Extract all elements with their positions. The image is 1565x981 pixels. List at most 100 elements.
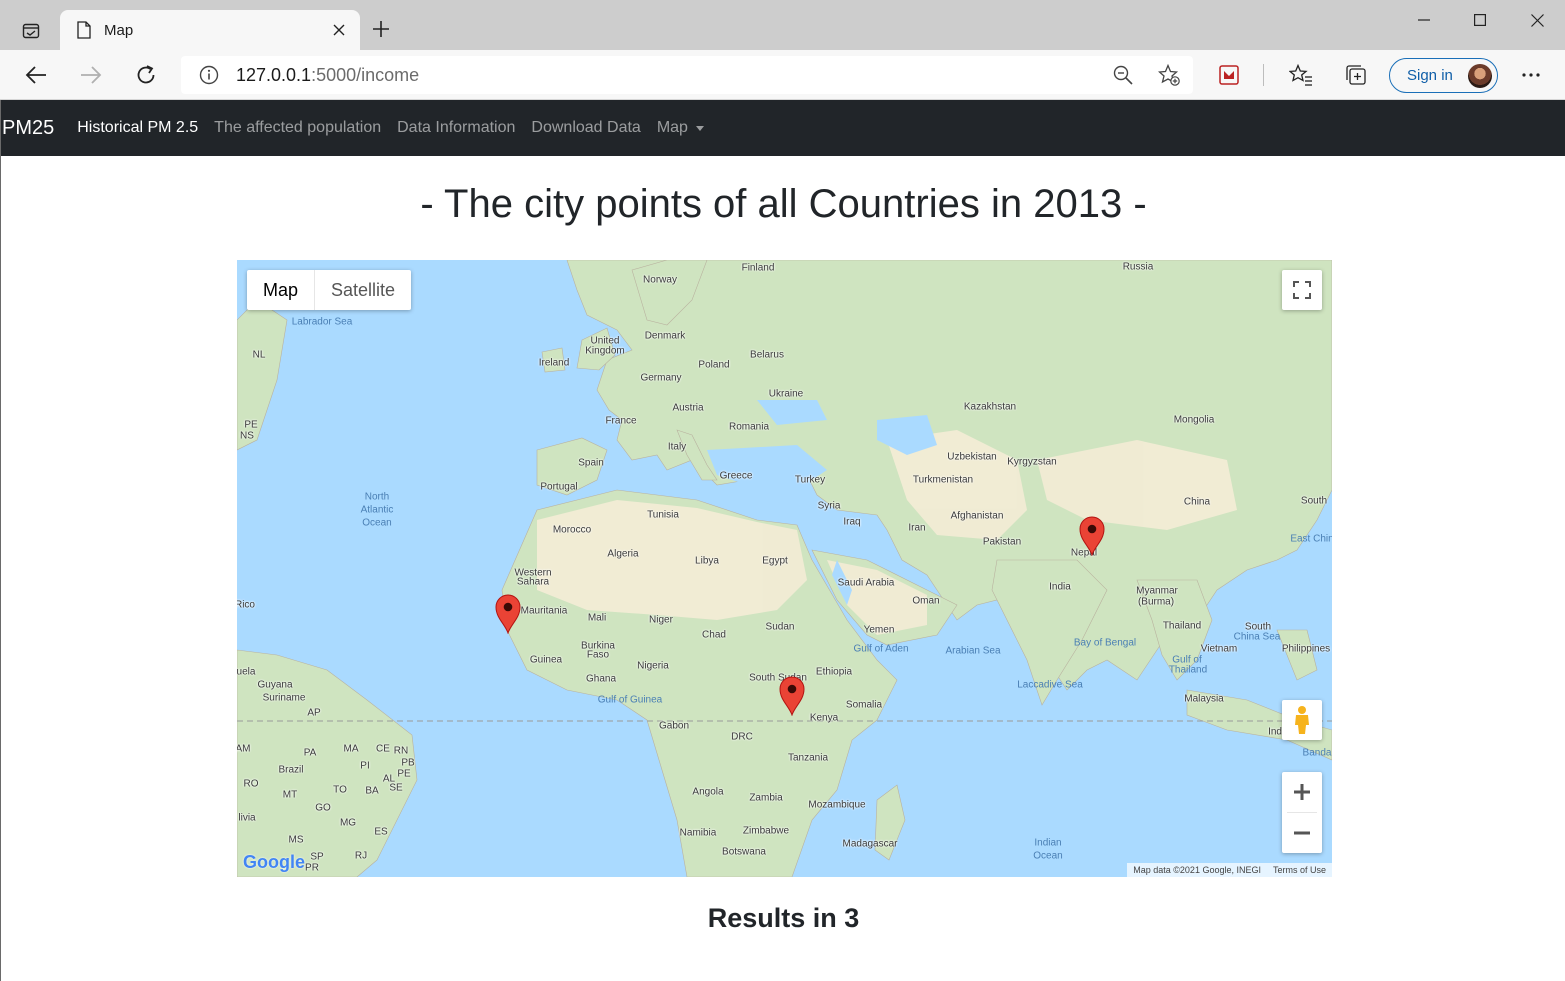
nav-historical-pm25[interactable]: Historical PM 2.5 <box>77 119 198 137</box>
plus-icon <box>1294 784 1310 800</box>
map-label: Myanmar <box>1136 585 1178 597</box>
map-label: DRC <box>731 731 753 743</box>
page-viewport: PM25 Historical PM 2.5 The affected popu… <box>0 100 1565 981</box>
map-label: Russia <box>1122 261 1154 273</box>
page-icon <box>77 21 91 39</box>
map-label: Finland <box>741 262 775 274</box>
map-label: Saudi Arabia <box>837 577 895 589</box>
map-label: Namibia <box>679 827 717 839</box>
refresh-icon[interactable] <box>129 58 163 92</box>
map-label: Bay of Bengal <box>1073 637 1137 649</box>
zoom-out-button[interactable] <box>1282 813 1322 853</box>
map-label: RO <box>243 778 259 790</box>
zoom-in-button[interactable] <box>1282 772 1322 812</box>
map-label: GO <box>315 802 331 814</box>
fullscreen-button[interactable] <box>1282 270 1322 310</box>
map-label: Syria <box>817 500 841 512</box>
map-label: Thailand <box>1162 620 1202 632</box>
map-label: Mali <box>587 612 607 624</box>
tab-actions-icon[interactable] <box>14 14 48 48</box>
nav-affected-population[interactable]: The affected population <box>214 119 381 137</box>
url-text: 127.0.0.1:5000/income <box>236 65 419 86</box>
map-type-satellite-button[interactable]: Satellite <box>315 270 411 310</box>
forward-icon[interactable] <box>74 58 108 92</box>
maximize-icon[interactable] <box>1452 0 1508 40</box>
map-label: CE <box>376 743 390 755</box>
tab-title: Map <box>104 21 134 39</box>
street-view-pegman[interactable] <box>1282 700 1322 740</box>
map-label: Egypt <box>762 555 788 567</box>
map-label: Mozambique <box>808 799 866 811</box>
pegman-icon <box>1295 706 1309 734</box>
nav-map-dropdown[interactable]: Map <box>657 119 704 137</box>
map-attribution: Map data ©2021 Google, INEGI Terms of Us… <box>1127 863 1332 877</box>
map-label: Mauritania <box>520 605 568 617</box>
close-window-icon[interactable] <box>1509 0 1565 40</box>
map-label: Atlantic <box>360 504 394 516</box>
map-label: AM <box>237 743 251 755</box>
map-label: uela <box>237 666 256 678</box>
navbar-brand[interactable]: PM25 <box>2 117 54 140</box>
map-label: India <box>1049 581 1071 593</box>
zoom-out-icon[interactable] <box>1113 65 1133 90</box>
map-label: Suriname <box>262 692 306 704</box>
map-label: Germany <box>640 372 682 384</box>
map-label: MT <box>282 789 298 801</box>
map-label: Guyana <box>257 679 293 691</box>
map-label: Ocean <box>362 517 392 529</box>
map-label: SE <box>389 782 403 794</box>
map-label: Laccadive Sea <box>1017 679 1083 691</box>
map-label: Ocean <box>1033 850 1063 862</box>
terms-of-use-link[interactable]: Terms of Use <box>1273 865 1326 875</box>
map-label: Ethiopia <box>815 666 853 678</box>
map-label: Vietnam <box>1200 643 1238 655</box>
map-marker[interactable] <box>495 594 521 635</box>
map-label: Denmark <box>644 330 686 342</box>
close-tab-icon[interactable] <box>324 15 354 45</box>
favorites-icon[interactable] <box>1284 58 1318 92</box>
sign-in-button[interactable]: Sign in <box>1389 58 1498 93</box>
map-label: livia <box>238 812 256 824</box>
extension-shield-icon[interactable] <box>1212 58 1246 92</box>
more-menu-icon[interactable] <box>1514 58 1548 92</box>
map-label: MA <box>343 743 359 755</box>
map-label: ES <box>374 826 388 838</box>
nav-data-information[interactable]: Data Information <box>397 119 515 137</box>
nav-map-label: Map <box>656 119 688 136</box>
back-icon[interactable] <box>19 58 53 92</box>
map-label: RN <box>393 745 409 757</box>
map-label: PE <box>397 768 411 780</box>
minus-icon <box>1294 831 1310 835</box>
map-label: Brazil <box>278 764 304 776</box>
map-label: Guinea <box>529 654 563 666</box>
add-favorite-icon[interactable] <box>1157 63 1180 91</box>
map-label: Uzbekistan <box>947 451 997 463</box>
map-label: Malaysia <box>1184 693 1224 705</box>
map-label: Faso <box>586 649 610 661</box>
address-bar[interactable]: 127.0.0.1:5000/income <box>181 56 1193 94</box>
map-type-map-button[interactable]: Map <box>247 270 314 310</box>
map-label: MS <box>288 834 304 846</box>
browser-tab[interactable]: Map <box>60 10 360 50</box>
site-info-icon[interactable] <box>199 65 219 90</box>
map-label: Rico <box>237 599 256 611</box>
map-marker[interactable] <box>1079 516 1105 557</box>
map-label: North <box>364 491 390 503</box>
map-type-control: Map Satellite <box>247 270 412 310</box>
map-label: Sudan <box>765 621 795 633</box>
map-label: Turkey <box>794 474 826 486</box>
minimize-icon[interactable] <box>1396 0 1452 40</box>
map-label: NL <box>252 349 266 361</box>
zoom-control <box>1282 772 1322 853</box>
new-tab-icon[interactable] <box>366 14 396 44</box>
collections-icon[interactable] <box>1339 58 1373 92</box>
avatar <box>1468 64 1492 88</box>
map-label: Austria <box>672 402 704 414</box>
map-label: Botswana <box>722 846 766 858</box>
nav-download-data[interactable]: Download Data <box>531 119 640 137</box>
map-marker-icon <box>495 594 521 635</box>
map-label: MG <box>339 817 357 829</box>
map[interactable]: Finland Russia Norway Labrador Sea NL Denmark… <box>237 260 1332 877</box>
map-marker[interactable] <box>779 676 805 717</box>
map-label: Romania <box>728 421 770 433</box>
